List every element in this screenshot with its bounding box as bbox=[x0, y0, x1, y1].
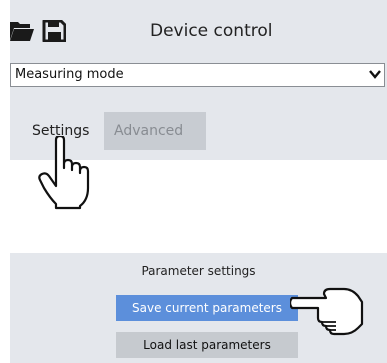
save-disk-icon[interactable] bbox=[42, 19, 67, 46]
screen: Device control Measuring mode Settings A… bbox=[0, 0, 387, 363]
hand-pointer-icon bbox=[38, 134, 94, 214]
app-title: Device control bbox=[150, 21, 273, 41]
folder-icon[interactable] bbox=[10, 20, 34, 46]
chevron-down-icon[interactable] bbox=[368, 67, 382, 89]
hand-pointing-right-icon bbox=[288, 286, 366, 342]
mode-select-value: Measuring mode bbox=[15, 67, 124, 82]
load-last-parameters-button[interactable]: Load last parameters bbox=[116, 332, 298, 358]
save-current-parameters-button[interactable]: Save current parameters bbox=[116, 295, 298, 321]
parameter-settings-heading: Parameter settings bbox=[141, 264, 256, 278]
measuring-mode-select[interactable]: Measuring mode bbox=[10, 63, 385, 87]
tab-advanced[interactable]: Advanced bbox=[104, 112, 206, 150]
